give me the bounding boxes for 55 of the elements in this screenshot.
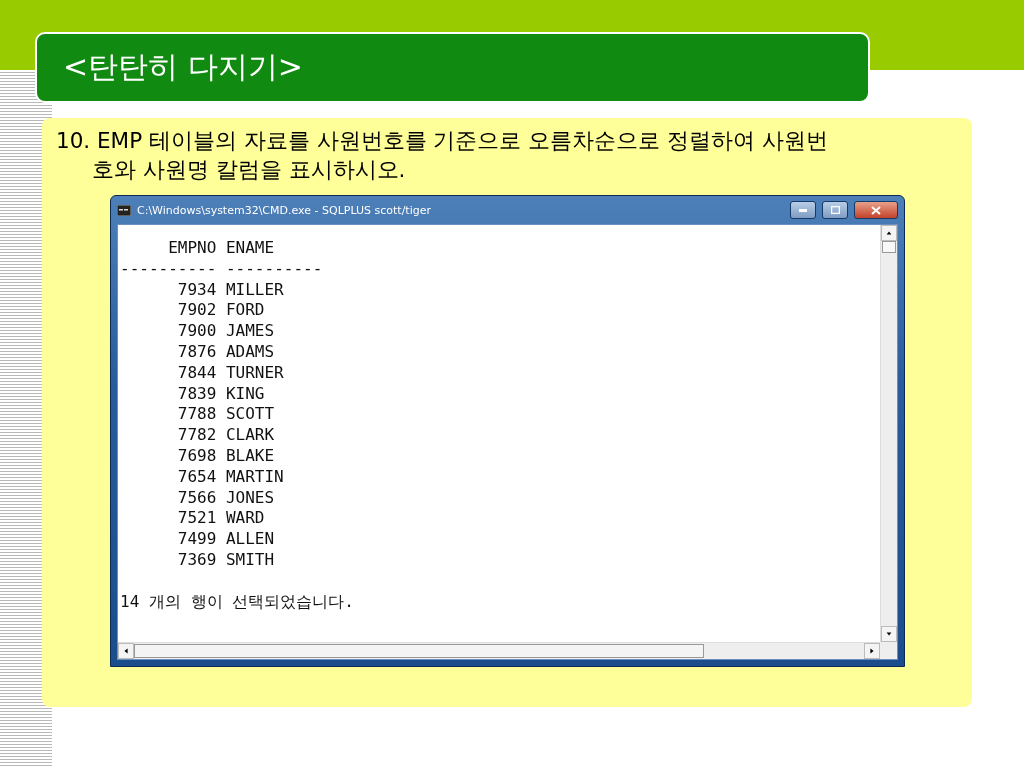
question-text: 10. EMP 테이블의 자료를 사원번호를 기준으로 오름차순으로 정렬하여 사원번호와 사원명 칼럼을 표시하시오. [56, 127, 829, 184]
ename-value: WARD [225, 508, 265, 530]
ename-value: MILLER [225, 279, 284, 301]
empno-value: 7844 [176, 362, 217, 384]
empno-value: 7566 [176, 487, 217, 509]
empno-value: 7788 [176, 404, 217, 426]
minimize-icon [799, 208, 807, 212]
ename-value: JAMES [225, 321, 275, 342]
empno-value: 7902 [176, 300, 217, 322]
minimize-button[interactable] [790, 201, 816, 219]
empno-value: 7934 [176, 279, 217, 301]
scroll-down-button[interactable] [881, 626, 897, 642]
close-icon [871, 205, 881, 215]
ename-value: FORD [225, 300, 265, 322]
up-arrow-icon [885, 229, 893, 237]
console-icon [117, 204, 131, 216]
right-arrow-icon [868, 647, 876, 655]
empno-value: 7369 [176, 549, 217, 571]
empno-value: 7876 [176, 342, 217, 363]
ename-value: SMITH [225, 549, 275, 571]
ename-value: JONES [225, 487, 275, 509]
scroll-thumb[interactable] [882, 241, 896, 253]
ename-value: SCOTT [225, 404, 275, 426]
empno-value: 7900 [176, 321, 217, 342]
window-title: C:\Windows\system32\CMD.exe - SQLPLUS scott/tiger [137, 203, 432, 217]
empno-value: 7839 [176, 383, 217, 405]
left-arrow-icon [122, 647, 130, 655]
resize-grip[interactable] [880, 642, 897, 659]
down-arrow-icon [885, 630, 893, 638]
scroll-right-button[interactable] [864, 643, 880, 659]
ename-value: TURNER [225, 362, 284, 384]
scroll-up-button[interactable] [881, 225, 897, 241]
column-header: ENAME [225, 238, 275, 259]
vertical-scrollbar[interactable] [880, 225, 897, 642]
empno-value: 7499 [176, 529, 217, 550]
empno-value: 7782 [176, 425, 217, 446]
separator-line: ---------- ---------- [120, 258, 323, 280]
ename-value: MARTIN [225, 466, 284, 488]
result-message: 14 개의 행이 선택되었습니다. [120, 591, 354, 613]
ename-value: KING [225, 383, 265, 405]
empno-value: 7698 [176, 445, 217, 467]
slide-title: <탄탄히 다지기> [63, 48, 303, 86]
empno-value: 7654 [176, 466, 217, 488]
column-header: EMPNO [167, 238, 217, 259]
ename-value: ALLEN [225, 529, 275, 550]
ename-value: BLAKE [225, 445, 275, 467]
scroll-left-button[interactable] [118, 643, 134, 659]
empno-value: 7521 [176, 508, 217, 530]
scroll-thumb[interactable] [134, 644, 704, 658]
maximize-button[interactable] [822, 201, 848, 219]
ename-value: ADAMS [225, 342, 275, 363]
ename-value: CLARK [225, 425, 275, 446]
horizontal-scrollbar[interactable] [118, 642, 880, 659]
maximize-icon [830, 206, 840, 214]
close-button[interactable] [854, 201, 898, 219]
